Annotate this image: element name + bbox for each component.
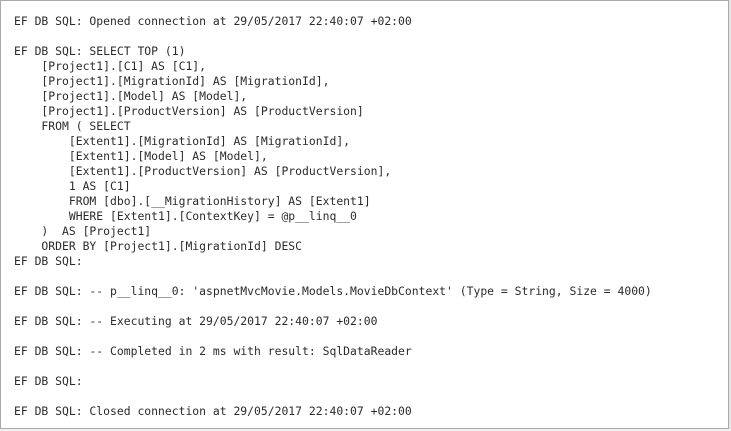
log-line: FROM [dbo].[__MigrationHistory] AS [Exte… <box>14 194 371 208</box>
log-line: EF DB SQL: -- p__linq__0: 'aspnetMvcMovi… <box>14 284 652 298</box>
sql-log-output-panel[interactable]: EF DB SQL: Opened connection at 29/05/20… <box>0 0 729 429</box>
log-line: FROM ( SELECT <box>14 119 131 133</box>
log-line: EF DB SQL: Opened connection at 29/05/20… <box>14 14 412 28</box>
log-line: [Project1].[Model] AS [Model], <box>14 89 248 103</box>
log-line: EF DB SQL: <box>14 374 83 388</box>
log-line: [Extent1].[MigrationId] AS [MigrationId]… <box>14 134 351 148</box>
log-line: ORDER BY [Project1].[MigrationId] DESC <box>14 239 303 253</box>
log-line: EF DB SQL: -- Executing at 29/05/2017 22… <box>14 314 378 328</box>
log-line: [Project1].[ProductVersion] AS [ProductV… <box>14 104 364 118</box>
log-line: [Extent1].[Model] AS [Model], <box>14 149 268 163</box>
log-line: EF DB SQL: SELECT TOP (1) <box>14 44 186 58</box>
log-line: EF DB SQL: -- Completed in 2 ms with res… <box>14 344 412 358</box>
log-line: EF DB SQL: <box>14 254 83 268</box>
log-line: WHERE [Extent1].[ContextKey] = @p__linq_… <box>14 209 357 223</box>
log-line: EF DB SQL: Closed connection at 29/05/20… <box>14 404 412 418</box>
log-line: [Project1].[MigrationId] AS [MigrationId… <box>14 74 330 88</box>
log-line: [Project1].[C1] AS [C1], <box>14 59 207 73</box>
log-line: ) AS [Project1] <box>14 224 152 238</box>
log-line: [Extent1].[ProductVersion] AS [ProductVe… <box>14 164 392 178</box>
log-text-area: EF DB SQL: Opened connection at 29/05/20… <box>14 14 722 419</box>
log-line: 1 AS [C1] <box>14 179 131 193</box>
